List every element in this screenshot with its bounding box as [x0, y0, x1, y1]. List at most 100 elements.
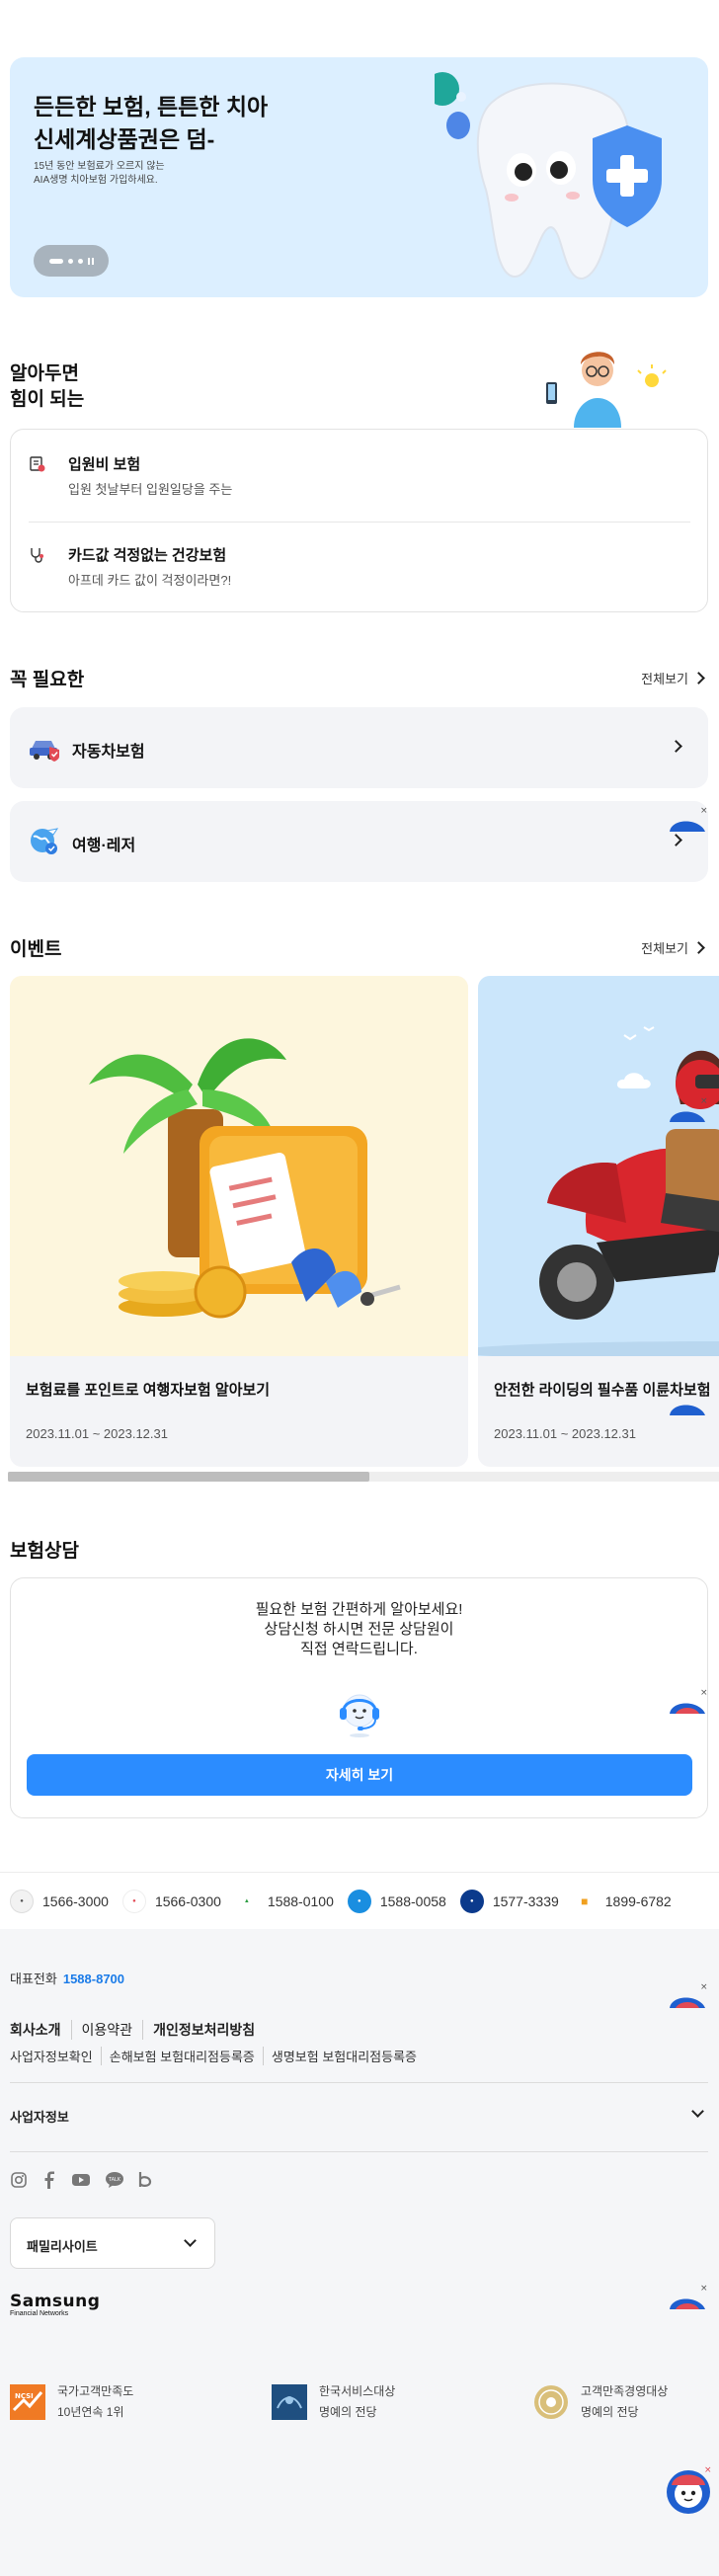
events-scrollbar[interactable] [8, 1472, 719, 1482]
partner-phone[interactable]: ● 1577-3339 [459, 1889, 559, 1913]
hero-banner[interactable]: 든든한 보험, 튼튼한 치아 신세계상품권은 덤- 15년 동안 보험료가 오르… [10, 57, 708, 297]
floating-mascot-icon[interactable]: × [668, 1980, 707, 2008]
footer-link-life-cert[interactable]: 생명보험 보험대리점등록증 [262, 2047, 425, 2065]
hero-title: 든든한 보험, 튼튼한 치아 신세계상품권은 덤- [34, 91, 330, 156]
partner-phone[interactable]: ■ 1899-6782 [572, 1889, 672, 1913]
events-carousel[interactable]: 보험료를 포인트로 여행자보험 알아보기 2023.11.01 ~ 2023.1… [10, 976, 719, 1470]
divider [29, 522, 690, 523]
event-image-bike [478, 976, 719, 1356]
instagram-icon[interactable] [10, 2171, 28, 2189]
consult-text: 필요한 보험 간편하게 알아보세요! 상담신청 하시면 전문 상담원이 직접 연… [11, 1600, 707, 1659]
chevron-down-icon [184, 2234, 197, 2247]
partner-phone[interactable]: ▲ 1588-0100 [234, 1889, 334, 1913]
footer-link-company[interactable]: 회사소개 [10, 2020, 71, 2040]
svg-text:×: × [700, 806, 707, 816]
partner-phone[interactable]: ● 1566-3000 [10, 1889, 109, 1913]
partner-logo-icon: ■ [572, 1889, 597, 1913]
chevron-right-icon [692, 672, 705, 684]
partner-logo-icon: ● [347, 1889, 371, 1913]
partner-phone[interactable]: ● 1566-0300 [121, 1889, 221, 1913]
chevron-right-icon [670, 834, 682, 846]
talk-icon[interactable]: TALK [105, 2171, 124, 2189]
know-item-title: 입원비 보험 [68, 456, 141, 473]
award-line1: 고객만족경영대상 [581, 2384, 669, 2398]
business-info-toggle[interactable]: 사업자정보 [10, 2105, 708, 2126]
know-card: 입원비 보험 입원 첫날부터 입원일당을 주는 카드값 걱정없는 건강보험 아프… [10, 429, 708, 612]
award-line2: 명예의 전당 [581, 2405, 639, 2419]
consult-line: 직접 연락드립니다. [300, 1641, 418, 1657]
partner-logo-icon: ● [121, 1889, 146, 1913]
award-service: 한국서비스대상명예의 전당 [272, 2384, 395, 2423]
consult-detail-button[interactable]: 자세히 보기 [27, 1754, 692, 1796]
family-site-select[interactable]: 패밀리사이트 [10, 2217, 215, 2269]
svg-text:×: × [700, 1390, 707, 1400]
award-satisfaction: 고객만족경영대상명예의 전당 [533, 2384, 668, 2423]
hero-description: 15년 동안 보험료가 오르지 않는 AIA생명 치아보험 가입하세요. [34, 160, 251, 188]
footer: 대표전화 1588-8700 회사소개 이용약관 개인정보처리방침 사업자정보확인… [0, 1929, 719, 2576]
partner-logo-icon: ▲ [234, 1889, 259, 1913]
consultant-character-illustration [546, 352, 667, 428]
svg-text:×: × [700, 1096, 707, 1106]
ncsi-award-icon: NCSI [10, 2384, 45, 2420]
event-card-travel[interactable]: 보험료를 포인트로 여행자보험 알아보기 2023.11.01 ~ 2023.1… [10, 976, 468, 1467]
consult-line: 필요한 보험 간편하게 알아보세요! [255, 1601, 463, 1618]
business-info-label: 사업자정보 [10, 2110, 69, 2125]
hero-title-line2: 신세계상품권은 덤- [34, 126, 215, 152]
svg-text:×: × [700, 2284, 707, 2294]
award-line2: 명예의 전당 [319, 2405, 377, 2419]
hero-desc-line2: AIA생명 치아보험 가입하세요. [34, 175, 158, 186]
hero-pager[interactable] [34, 245, 109, 277]
footer-link-privacy[interactable]: 개인정보처리방침 [142, 2020, 265, 2040]
event-period: 2023.11.01 ~ 2023.12.31 [26, 1426, 168, 1441]
floating-mascot-icon[interactable]: × [668, 1094, 707, 1122]
travel-globe-icon [31, 828, 59, 854]
floating-mascot-icon[interactable]: × [668, 2282, 707, 2309]
essential-see-all-link[interactable]: 전체보기 [641, 669, 705, 687]
know-item-title: 카드값 걱정없는 건강보험 [68, 547, 227, 564]
samsung-logo: Samsung Financial Networks [10, 2292, 100, 2317]
consult-card: 필요한 보험 간편하게 알아보세요! 상담신청 하시면 전문 상담원이 직접 연… [10, 1577, 708, 1818]
family-site-label: 패밀리사이트 [27, 2239, 98, 2254]
pause-icon-bar [91, 257, 94, 265]
events-scrollbar-thumb[interactable] [8, 1472, 369, 1482]
brand-main: Samsung [10, 2292, 101, 2311]
floating-mascot-icon[interactable]: × [668, 804, 707, 832]
consult-line: 상담신청 하시면 전문 상담원이 [264, 1621, 454, 1638]
essential-item-travel[interactable]: 여행·레저 [10, 801, 708, 882]
award-line2: 10년연속 1위 [57, 2405, 124, 2419]
chevron-right-icon [692, 941, 705, 954]
partner-phone-number: 1899-6782 [604, 1892, 672, 1909]
essential-item-car[interactable]: 자동차보험 [10, 707, 708, 788]
stethoscope-icon [31, 548, 43, 563]
essential-section-title: 꼭 필요한 [10, 670, 85, 690]
partner-phone[interactable]: ● 1588-0058 [347, 1889, 446, 1913]
svg-text:TALK: TALK [108, 2177, 121, 2183]
essential-item-label: 자동차보험 [72, 744, 145, 761]
floating-mascot-icon[interactable]: × [668, 1686, 707, 1714]
footer-links-primary: 회사소개 이용약관 개인정보처리방침 [10, 2020, 265, 2040]
floating-mascot-icon[interactable]: × [668, 1388, 707, 1415]
partner-phone-number: 1588-0100 [267, 1892, 334, 1909]
footer-links-secondary: 사업자정보확인 손해보험 보험대리점등록증 생명보험 보험대리점등록증 [10, 2047, 425, 2065]
footer-link-nonlife-cert[interactable]: 손해보험 보험대리점등록증 [100, 2047, 263, 2065]
pager-dot [77, 258, 83, 264]
satisfaction-award-icon [534, 2385, 568, 2419]
essential-item-label: 여행·레저 [72, 838, 136, 854]
brand-sub: Financial Networks [10, 2310, 69, 2317]
facebook-icon[interactable] [41, 2171, 57, 2189]
footer-link-terms[interactable]: 이용약관 [70, 2020, 143, 2040]
service-award-icon [272, 2384, 307, 2420]
footer-link-biz-check[interactable]: 사업자정보확인 [10, 2047, 101, 2065]
blog-icon[interactable] [138, 2171, 152, 2189]
hero-title-line1: 든든한 보험, 튼튼한 치아 [34, 94, 269, 120]
chatbot-mascot-button[interactable]: × [664, 2465, 713, 2515]
partner-phone-number: 1566-0300 [154, 1892, 221, 1909]
youtube-icon[interactable] [71, 2172, 91, 2188]
car-icon [30, 741, 59, 762]
events-see-all-link[interactable]: 전체보기 [641, 938, 705, 957]
rep-number-link[interactable]: 1588-8700 [63, 1972, 124, 1986]
tooth-illustration [435, 72, 662, 281]
hero-desc-line1: 15년 동안 보험료가 오르지 않는 [34, 161, 165, 172]
divider [10, 2082, 708, 2083]
award-line1: 한국서비스대상 [319, 2384, 396, 2398]
